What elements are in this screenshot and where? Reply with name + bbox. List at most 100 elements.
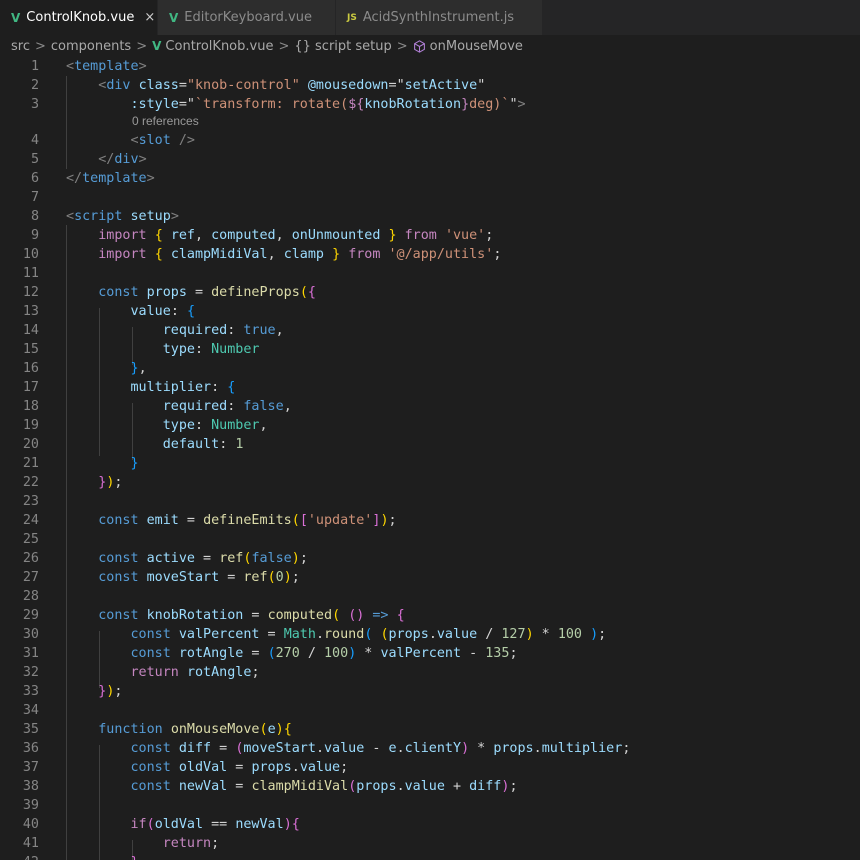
- line-number: 39: [22, 798, 39, 813]
- code-line: 14 required: true,: [0, 321, 860, 340]
- code-text: const rotAngle = (270 / 100) * valPercen…: [66, 644, 518, 663]
- code-token: +: [444, 779, 470, 794]
- code-token: }: [130, 361, 139, 376]
- code-token: =: [388, 78, 397, 93]
- code-token: const: [98, 608, 139, 623]
- code-token: <: [66, 209, 75, 224]
- code-text: required: false,: [66, 397, 292, 416]
- cube-icon: [413, 39, 426, 53]
- breadcrumb-file[interactable]: ControlKnob.vue: [165, 39, 273, 54]
- code-line: 36 const diff = (moveStart.value - e.cli…: [0, 739, 860, 758]
- line-number: 11: [22, 266, 39, 281]
- breadcrumb-components[interactable]: components: [51, 39, 131, 54]
- line-number: 14: [22, 323, 39, 338]
- code-token: @mousedown: [307, 78, 389, 93]
- code-line: 24 const emit = defineEmits(['update']);: [0, 511, 860, 530]
- code-token: clampMidiVal: [170, 247, 268, 262]
- code-token: ref: [219, 551, 244, 566]
- breadcrumb-function[interactable]: onMouseMove: [430, 39, 523, 54]
- code-token: ): [275, 722, 284, 737]
- code-token: ): [283, 817, 292, 832]
- code-token: .: [315, 741, 324, 756]
- code-line: 30 const valPercent = Math.round( (props…: [0, 625, 860, 644]
- code-line: 15 type: Number: [0, 340, 860, 359]
- code-token: {: [154, 247, 163, 262]
- code-token: ;: [299, 551, 308, 566]
- code-token: (: [267, 570, 276, 585]
- code-token: {: [307, 285, 316, 300]
- code-token: required: [162, 323, 228, 338]
- code-token: `transform: rotate(: [195, 97, 349, 112]
- breadcrumb-script-setup[interactable]: {} script setup: [294, 39, 391, 54]
- code-token: clampMidiVal: [251, 779, 349, 794]
- close-icon[interactable]: ×: [144, 10, 155, 25]
- code-token: =: [227, 779, 252, 794]
- code-token: ,: [138, 361, 147, 376]
- code-token: "knob-control": [186, 78, 300, 93]
- code-line: 18 required: false,: [0, 397, 860, 416]
- breadcrumb-src[interactable]: src: [11, 39, 30, 54]
- code-token: ,: [283, 399, 292, 414]
- code-token: {: [227, 380, 236, 395]
- code-editor[interactable]: 1 <template> 2 <div class="knob-control" @…: [0, 57, 860, 860]
- code-token: >: [138, 152, 147, 167]
- code-token: onUnmounted: [291, 228, 381, 243]
- code-token: deg)`: [469, 97, 510, 112]
- code-line: 20 default: 1: [0, 435, 860, 454]
- code-line: 8 <script setup>: [0, 207, 860, 226]
- line-number: 26: [22, 551, 39, 566]
- code-lens-references[interactable]: 0 references: [132, 114, 199, 128]
- code-line: 32 return rotAngle;: [0, 663, 860, 682]
- line-number: 31: [22, 646, 39, 661]
- code-token: </: [66, 171, 83, 186]
- code-token: =: [178, 78, 187, 93]
- code-token: active: [146, 551, 195, 566]
- tab-controlknob[interactable]: V ControlKnob.vue ×: [0, 0, 158, 35]
- code-token: {: [283, 722, 292, 737]
- code-token: .: [291, 760, 300, 775]
- code-token: =: [178, 513, 204, 528]
- vue-file-icon: V: [11, 10, 21, 25]
- tab-acidsynthinstrument[interactable]: JS AcidSynthInstrument.js: [336, 0, 543, 35]
- code-text: </template>: [66, 169, 155, 188]
- code-token: if: [130, 817, 147, 832]
- code-token: *: [469, 741, 494, 756]
- code-token: ,: [195, 228, 212, 243]
- code-line: 42 }: [0, 853, 860, 860]
- code-token: }: [332, 247, 341, 262]
- line-number: 9: [30, 228, 39, 243]
- code-line: 40 if(oldVal == newVal){: [0, 815, 860, 834]
- code-line: 25: [0, 530, 860, 549]
- code-text: const diff = (moveStart.value - e.client…: [66, 739, 631, 758]
- code-token: type: [162, 418, 195, 433]
- chevron-right-icon: >: [396, 38, 408, 54]
- code-line: 2 <div class="knob-control" @mousedown="…: [0, 76, 860, 95]
- code-token: props: [493, 741, 534, 756]
- code-token: Number: [211, 418, 260, 433]
- line-number: 3: [30, 97, 39, 112]
- line-number: 36: [22, 741, 39, 756]
- code-token: from: [404, 228, 437, 243]
- code-token: return: [162, 836, 212, 851]
- code-text: const knobRotation = computed( () => {: [66, 606, 404, 625]
- line-number: 10: [22, 247, 39, 262]
- code-token: /: [477, 627, 502, 642]
- code-text: return rotAngle;: [66, 663, 260, 682]
- tab-label: AcidSynthInstrument.js: [362, 10, 515, 25]
- tab-editorkeyboard[interactable]: V EditorKeyboard.vue: [158, 0, 336, 35]
